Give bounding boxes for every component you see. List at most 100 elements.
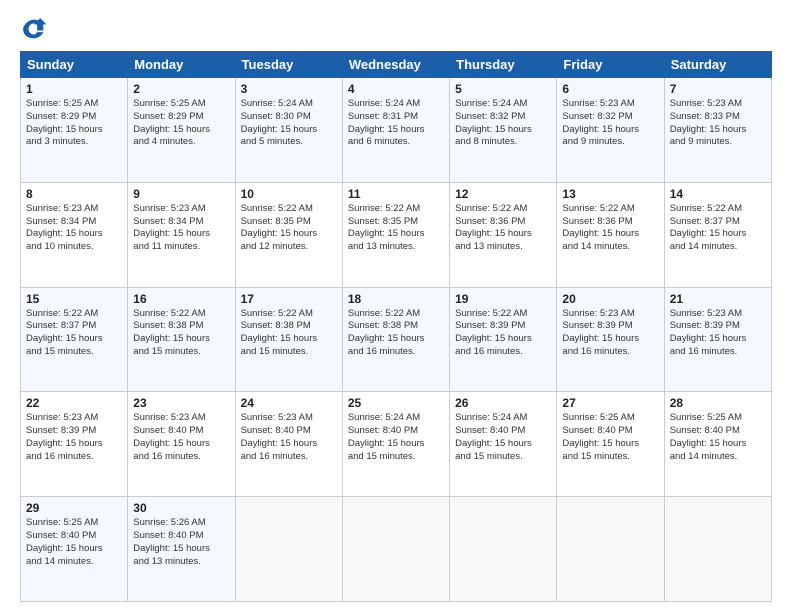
calendar-cell: 9 Sunrise: 5:23 AMSunset: 8:34 PMDaylight… bbox=[128, 182, 235, 287]
header-day-sunday: Sunday bbox=[21, 52, 128, 78]
calendar-cell: 7 Sunrise: 5:23 AMSunset: 8:33 PMDaylight… bbox=[664, 78, 771, 183]
day-info: Sunrise: 5:22 AMSunset: 8:35 PMDaylight:… bbox=[348, 203, 444, 254]
calendar-cell: 13 Sunrise: 5:22 AMSunset: 8:36 PMDayligh… bbox=[557, 182, 664, 287]
week-row-1: 1 Sunrise: 5:25 AMSunset: 8:29 PMDaylight… bbox=[21, 78, 772, 183]
day-info: Sunrise: 5:23 AMSunset: 8:34 PMDaylight:… bbox=[26, 203, 122, 254]
calendar-cell: 2Sunrise: 5:25 AMSunset: 8:29 PMDaylight… bbox=[128, 78, 235, 183]
calendar-cell: 27 Sunrise: 5:25 AMSunset: 8:40 PMDayligh… bbox=[557, 392, 664, 497]
day-info: Sunrise: 5:23 AMSunset: 8:40 PMDaylight:… bbox=[241, 412, 337, 463]
day-number: 28 bbox=[670, 396, 766, 410]
calendar-cell: 30 Sunrise: 5:26 AMSunset: 8:40 PMDayligh… bbox=[128, 497, 235, 602]
header-day-saturday: Saturday bbox=[664, 52, 771, 78]
calendar-cell: 22 Sunrise: 5:23 AMSunset: 8:39 PMDayligh… bbox=[21, 392, 128, 497]
day-info: Sunrise: 5:22 AMSunset: 8:38 PMDaylight:… bbox=[348, 308, 444, 359]
day-number: 8 bbox=[26, 187, 122, 201]
day-number: 7 bbox=[670, 82, 766, 96]
day-info: Sunrise: 5:22 AMSunset: 8:38 PMDaylight:… bbox=[133, 308, 229, 359]
day-info: Sunrise: 5:22 AMSunset: 8:37 PMDaylight:… bbox=[670, 203, 766, 254]
calendar-cell: 14 Sunrise: 5:22 AMSunset: 8:37 PMDayligh… bbox=[664, 182, 771, 287]
header-day-thursday: Thursday bbox=[450, 52, 557, 78]
day-info: Sunrise: 5:25 AMSunset: 8:29 PMDaylight:… bbox=[133, 98, 229, 149]
day-info: Sunrise: 5:24 AMSunset: 8:31 PMDaylight:… bbox=[348, 98, 444, 149]
week-row-3: 15Sunrise: 5:22 AMSunset: 8:37 PMDayligh… bbox=[21, 287, 772, 392]
day-info: Sunrise: 5:26 AMSunset: 8:40 PMDaylight:… bbox=[133, 517, 229, 568]
day-number: 12 bbox=[455, 187, 551, 201]
day-number: 13 bbox=[562, 187, 658, 201]
day-number: 17 bbox=[241, 292, 337, 306]
calendar-cell: 1 Sunrise: 5:25 AMSunset: 8:29 PMDaylight… bbox=[21, 78, 128, 183]
day-number: 18 bbox=[348, 292, 444, 306]
day-number: 1 bbox=[26, 82, 122, 96]
calendar-cell: 23Sunrise: 5:23 AMSunset: 8:40 PMDayligh… bbox=[128, 392, 235, 497]
calendar-cell: 24Sunrise: 5:23 AMSunset: 8:40 PMDayligh… bbox=[235, 392, 342, 497]
day-info: Sunrise: 5:22 AMSunset: 8:36 PMDaylight:… bbox=[455, 203, 551, 254]
calendar-cell: 12 Sunrise: 5:22 AMSunset: 8:36 PMDayligh… bbox=[450, 182, 557, 287]
calendar-cell bbox=[664, 497, 771, 602]
day-number: 6 bbox=[562, 82, 658, 96]
calendar-cell: 19Sunrise: 5:22 AMSunset: 8:39 PMDayligh… bbox=[450, 287, 557, 392]
calendar-cell bbox=[342, 497, 449, 602]
calendar-cell: 6 Sunrise: 5:23 AMSunset: 8:32 PMDaylight… bbox=[557, 78, 664, 183]
day-number: 3 bbox=[241, 82, 337, 96]
day-number: 25 bbox=[348, 396, 444, 410]
day-info: Sunrise: 5:22 AMSunset: 8:36 PMDaylight:… bbox=[562, 203, 658, 254]
calendar-cell bbox=[450, 497, 557, 602]
day-info: Sunrise: 5:24 AMSunset: 8:40 PMDaylight:… bbox=[455, 412, 551, 463]
day-info: Sunrise: 5:25 AMSunset: 8:29 PMDaylight:… bbox=[26, 98, 122, 149]
day-info: Sunrise: 5:25 AMSunset: 8:40 PMDaylight:… bbox=[562, 412, 658, 463]
day-number: 9 bbox=[133, 187, 229, 201]
calendar-cell: 3Sunrise: 5:24 AMSunset: 8:30 PMDaylight… bbox=[235, 78, 342, 183]
header-day-friday: Friday bbox=[557, 52, 664, 78]
day-info: Sunrise: 5:23 AMSunset: 8:39 PMDaylight:… bbox=[670, 308, 766, 359]
calendar-cell: 25 Sunrise: 5:24 AMSunset: 8:40 PMDayligh… bbox=[342, 392, 449, 497]
day-number: 30 bbox=[133, 501, 229, 515]
calendar-cell: 17 Sunrise: 5:22 AMSunset: 8:38 PMDayligh… bbox=[235, 287, 342, 392]
calendar-cell: 18 Sunrise: 5:22 AMSunset: 8:38 PMDayligh… bbox=[342, 287, 449, 392]
calendar-cell: 4 Sunrise: 5:24 AMSunset: 8:31 PMDaylight… bbox=[342, 78, 449, 183]
header-day-wednesday: Wednesday bbox=[342, 52, 449, 78]
week-row-5: 29Sunrise: 5:25 AMSunset: 8:40 PMDayligh… bbox=[21, 497, 772, 602]
day-number: 29 bbox=[26, 501, 122, 515]
calendar-cell: 26 Sunrise: 5:24 AMSunset: 8:40 PMDayligh… bbox=[450, 392, 557, 497]
calendar-cell: 5Sunrise: 5:24 AMSunset: 8:32 PMDaylight… bbox=[450, 78, 557, 183]
calendar-cell: 21Sunrise: 5:23 AMSunset: 8:39 PMDayligh… bbox=[664, 287, 771, 392]
day-number: 10 bbox=[241, 187, 337, 201]
calendar-cell: 10 Sunrise: 5:22 AMSunset: 8:35 PMDayligh… bbox=[235, 182, 342, 287]
header-day-tuesday: Tuesday bbox=[235, 52, 342, 78]
day-info: Sunrise: 5:23 AMSunset: 8:39 PMDaylight:… bbox=[26, 412, 122, 463]
calendar-cell: 11 Sunrise: 5:22 AMSunset: 8:35 PMDayligh… bbox=[342, 182, 449, 287]
day-info: Sunrise: 5:22 AMSunset: 8:37 PMDaylight:… bbox=[26, 308, 122, 359]
day-info: Sunrise: 5:23 AMSunset: 8:32 PMDaylight:… bbox=[562, 98, 658, 149]
header-day-monday: Monday bbox=[128, 52, 235, 78]
header bbox=[20, 15, 772, 43]
day-number: 5 bbox=[455, 82, 551, 96]
day-info: Sunrise: 5:22 AMSunset: 8:38 PMDaylight:… bbox=[241, 308, 337, 359]
calendar-cell: 16 Sunrise: 5:22 AMSunset: 8:38 PMDayligh… bbox=[128, 287, 235, 392]
week-row-4: 22 Sunrise: 5:23 AMSunset: 8:39 PMDayligh… bbox=[21, 392, 772, 497]
logo bbox=[20, 15, 52, 43]
calendar-table: SundayMondayTuesdayWednesdayThursdayFrid… bbox=[20, 51, 772, 602]
day-info: Sunrise: 5:22 AMSunset: 8:39 PMDaylight:… bbox=[455, 308, 551, 359]
page: SundayMondayTuesdayWednesdayThursdayFrid… bbox=[0, 0, 792, 612]
day-number: 11 bbox=[348, 187, 444, 201]
day-info: Sunrise: 5:23 AMSunset: 8:34 PMDaylight:… bbox=[133, 203, 229, 254]
day-number: 14 bbox=[670, 187, 766, 201]
day-number: 16 bbox=[133, 292, 229, 306]
calendar-cell: 20 Sunrise: 5:23 AMSunset: 8:39 PMDayligh… bbox=[557, 287, 664, 392]
day-number: 26 bbox=[455, 396, 551, 410]
calendar-cell bbox=[235, 497, 342, 602]
day-number: 22 bbox=[26, 396, 122, 410]
day-info: Sunrise: 5:25 AMSunset: 8:40 PMDaylight:… bbox=[670, 412, 766, 463]
calendar-cell: 8 Sunrise: 5:23 AMSunset: 8:34 PMDaylight… bbox=[21, 182, 128, 287]
day-info: Sunrise: 5:23 AMSunset: 8:33 PMDaylight:… bbox=[670, 98, 766, 149]
day-info: Sunrise: 5:22 AMSunset: 8:35 PMDaylight:… bbox=[241, 203, 337, 254]
day-info: Sunrise: 5:23 AMSunset: 8:39 PMDaylight:… bbox=[562, 308, 658, 359]
day-info: Sunrise: 5:23 AMSunset: 8:40 PMDaylight:… bbox=[133, 412, 229, 463]
day-info: Sunrise: 5:24 AMSunset: 8:40 PMDaylight:… bbox=[348, 412, 444, 463]
calendar-cell: 15Sunrise: 5:22 AMSunset: 8:37 PMDayligh… bbox=[21, 287, 128, 392]
week-row-2: 8 Sunrise: 5:23 AMSunset: 8:34 PMDaylight… bbox=[21, 182, 772, 287]
day-number: 27 bbox=[562, 396, 658, 410]
day-number: 20 bbox=[562, 292, 658, 306]
logo-icon bbox=[20, 15, 48, 43]
day-number: 4 bbox=[348, 82, 444, 96]
